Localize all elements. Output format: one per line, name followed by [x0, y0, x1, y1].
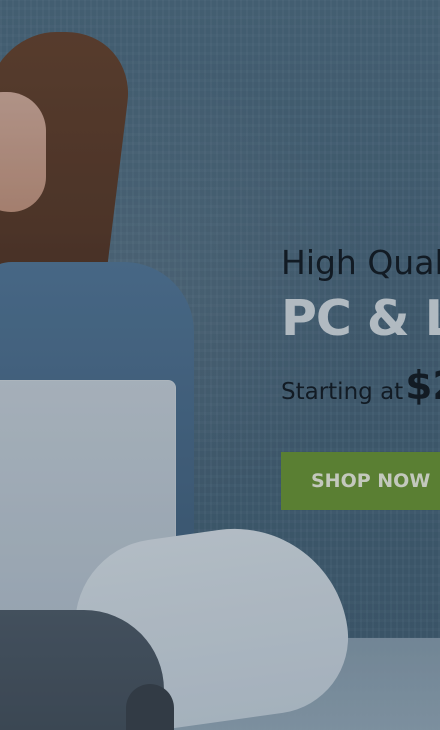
hero-banner: High Quali PC & L Starting at$2 SHOP NOW	[0, 0, 440, 730]
shop-now-button[interactable]: SHOP NOW	[281, 452, 440, 510]
promo-content: High Quali PC & L Starting at$2 SHOP NOW	[281, 242, 440, 510]
headline-main: PC & L	[281, 290, 440, 347]
face-shape	[0, 92, 46, 212]
price-line: Starting at$2	[281, 363, 440, 418]
headline-top: High Quali	[281, 243, 440, 282]
shoe-shape	[126, 684, 174, 730]
price-amount: $2	[405, 364, 440, 409]
price-prefix: Starting at	[281, 379, 404, 405]
